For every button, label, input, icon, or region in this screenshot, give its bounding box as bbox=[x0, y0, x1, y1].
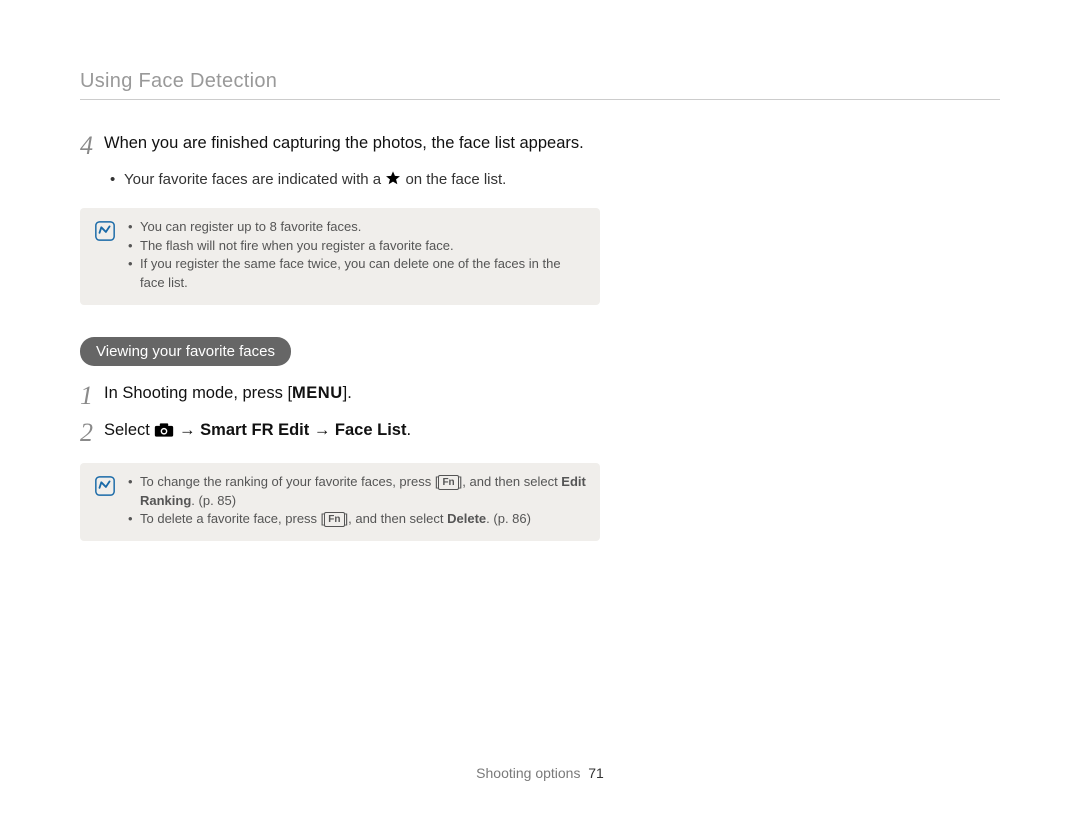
note-2-item-1: To change the ranking of your favorite f… bbox=[128, 473, 586, 511]
note-2-item-1-before: To change the ranking of your favorite f… bbox=[140, 474, 438, 489]
step-1-text-after: ]. bbox=[343, 384, 352, 402]
step-4-bullets: Your favorite faces are indicated with a… bbox=[110, 169, 600, 194]
menu-key-label: MENU bbox=[292, 384, 343, 402]
note-icon bbox=[94, 220, 116, 247]
step-1: 1 In Shooting mode, press [MENU]. bbox=[80, 382, 600, 409]
step-4-bullet-text-before: Your favorite faces are indicated with a bbox=[124, 171, 381, 188]
delete-label: Delete bbox=[447, 511, 486, 526]
step-number-1: 1 bbox=[80, 382, 104, 409]
title-rule bbox=[80, 99, 1000, 100]
step-number-4: 4 bbox=[80, 132, 104, 159]
note-2-item-2-before: To delete a favorite face, press [ bbox=[140, 511, 324, 526]
step-4-bullet-text-after: on the face list. bbox=[405, 171, 506, 188]
note-2-item-2: To delete a favorite face, press [Fn], a… bbox=[128, 510, 586, 529]
fn-key-icon: Fn bbox=[438, 475, 458, 490]
step-2-period: . bbox=[406, 421, 411, 439]
step-2-text: Select → Smart FR Edit → Face List. bbox=[104, 419, 411, 446]
note-1-item-1: You can register up to 8 favorite faces. bbox=[128, 218, 586, 237]
note-2-item-1-after: ], and then select bbox=[459, 474, 562, 489]
note-2-item-1-page: . (p. 85) bbox=[191, 493, 236, 508]
footer-page-number: 71 bbox=[588, 765, 604, 781]
footer-section: Shooting options bbox=[476, 765, 580, 781]
fn-key-icon-2: Fn bbox=[324, 512, 344, 527]
note-icon-2 bbox=[94, 475, 116, 502]
step-1-text-before: In Shooting mode, press [ bbox=[104, 384, 292, 402]
step-2-smart-fr: Smart FR Edit bbox=[200, 421, 309, 439]
step-4-text: When you are finished capturing the phot… bbox=[104, 132, 584, 156]
note-2-item-2-after: ], and then select bbox=[345, 511, 448, 526]
note-1-item-2: The flash will not fire when you registe… bbox=[128, 237, 586, 256]
step-number-2: 2 bbox=[80, 419, 104, 446]
step-2-face-list: Face List bbox=[335, 421, 407, 439]
note-box-2: To change the ranking of your favorite f… bbox=[80, 463, 600, 542]
step-2-select: Select bbox=[104, 421, 154, 439]
step-2-arrow-1: → bbox=[179, 421, 200, 439]
content-column: 4 When you are finished capturing the ph… bbox=[80, 132, 600, 541]
note-1-item-3: If you register the same face twice, you… bbox=[128, 255, 586, 293]
page-footer: Shooting options 71 bbox=[0, 765, 1080, 781]
note-1-list: You can register up to 8 favorite faces.… bbox=[128, 218, 586, 293]
step-2: 2 Select → Smart FR Edit → Face List. bbox=[80, 419, 600, 446]
step-1-text: In Shooting mode, press [MENU]. bbox=[104, 382, 352, 406]
camera-icon bbox=[154, 422, 174, 446]
step-4-bullet-1: Your favorite faces are indicated with a… bbox=[110, 169, 600, 194]
section-pill-viewing-faces: Viewing your favorite faces bbox=[80, 337, 291, 366]
note-box-1: You can register up to 8 favorite faces.… bbox=[80, 208, 600, 305]
step-2-arrow-2: → bbox=[309, 421, 335, 439]
star-icon bbox=[385, 170, 401, 194]
step-4: 4 When you are finished capturing the ph… bbox=[80, 132, 600, 159]
page-title: Using Face Detection bbox=[80, 70, 1000, 93]
note-2-list: To change the ranking of your favorite f… bbox=[128, 473, 586, 530]
note-2-item-2-page: . (p. 86) bbox=[486, 511, 531, 526]
